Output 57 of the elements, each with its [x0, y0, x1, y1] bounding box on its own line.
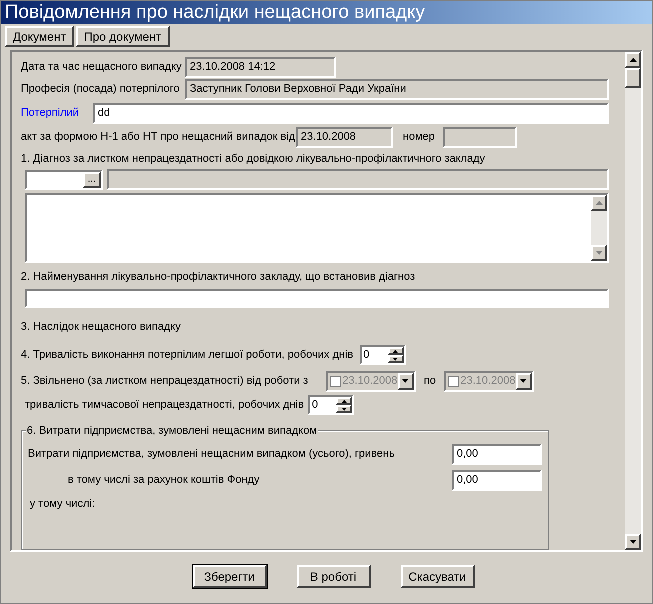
spin-down-button[interactable]: [388, 355, 404, 364]
victim-field[interactable]: dd: [93, 102, 609, 124]
dialog-button[interactable]: Зберегти: [192, 565, 266, 588]
down-arrow-icon: [342, 408, 347, 411]
date-value: 23.10.2008: [460, 374, 516, 389]
toolbar-button[interactable]: Про документ: [76, 26, 170, 47]
dropdown-arrow-icon: [402, 379, 410, 384]
dropdown-button[interactable]: [398, 372, 414, 390]
code-field[interactable]: ...: [25, 170, 103, 190]
up-arrow-icon: [596, 201, 602, 206]
up-arrow-icon: [342, 400, 347, 403]
date-field[interactable]: 23.10.2008 14:12: [185, 56, 336, 78]
act-number-field[interactable]: [443, 127, 517, 148]
scroll-thumb[interactable]: [625, 68, 641, 88]
section-label: 2. Найменування лікувально-профілактичного закладу, що встановив діагноз: [21, 270, 416, 285]
browse-button[interactable]: ...: [83, 172, 101, 188]
dropdown-arrow-icon: [520, 379, 528, 384]
dropdown-button[interactable]: [516, 372, 532, 390]
dialog-button[interactable]: Скасувати: [400, 565, 474, 588]
diagnosis-name-field[interactable]: [107, 169, 609, 190]
down-arrow-icon: [630, 540, 636, 544]
field-label: по: [424, 374, 436, 389]
field-label: Витрати підприємства, зумовлені нещасним випадком (усього), гривень: [28, 446, 395, 462]
spin-up-button[interactable]: [336, 397, 352, 406]
spin-up-button[interactable]: [388, 347, 404, 356]
amount-field[interactable]: 0,00: [452, 470, 542, 491]
section-label: 4. Тривалість виконання потерпілим легшої роботи, робочих днів: [21, 348, 354, 363]
section-label: 5. Звільнено (за листком непрацездатності) від роботи з: [21, 374, 310, 389]
field-label: тривалість тимчасової непрацездатності, робочих днів: [25, 398, 304, 413]
field-label: Професія (посада) потерпілого: [21, 82, 181, 98]
spin-field[interactable]: 0: [360, 345, 406, 366]
down-arrow-icon: [596, 251, 602, 256]
scrollbar[interactable]: [591, 195, 607, 262]
act-date-field[interactable]: 23.10.2008: [296, 127, 393, 148]
window-title: Повідомлення про наслідки нещасного випадку: [1, 1, 652, 24]
toolbar-button[interactable]: Документ: [5, 26, 74, 47]
down-arrow-icon: [393, 358, 398, 361]
profession-field[interactable]: Заступник Голови Верховної Ради України: [185, 79, 609, 100]
up-arrow-icon: [393, 350, 398, 353]
field-label: в тому числі за рахунок коштів Фонду: [68, 472, 260, 488]
diagnosis-text-area[interactable]: [25, 193, 609, 264]
scrollbar[interactable]: [625, 52, 641, 550]
field-label: акт за формою Н-1 або НТ про нещасний випадок від: [21, 130, 296, 146]
field-label: у тому числі:: [29, 496, 96, 512]
date-checkbox[interactable]: [448, 376, 459, 387]
spin-field[interactable]: 0: [308, 395, 354, 416]
dialog-button[interactable]: В роботі: [296, 565, 370, 588]
field-label: Дата та час нещасного випадку: [21, 60, 183, 75]
date-checkbox[interactable]: [330, 376, 341, 387]
section-label: 3. Наслідок нещасного випадку: [21, 320, 181, 335]
date-value: 23.10.2008: [342, 374, 398, 389]
amount-field[interactable]: 0,00: [452, 444, 542, 465]
clinic-field[interactable]: [25, 288, 609, 308]
field-label: номер: [403, 130, 436, 146]
spin-down-button[interactable]: [336, 405, 352, 414]
section-label: 1. Діагноз за листком непрацездатності або довідкою лікувально-профілактичного закладу: [21, 152, 486, 167]
up-arrow-icon: [630, 58, 636, 62]
